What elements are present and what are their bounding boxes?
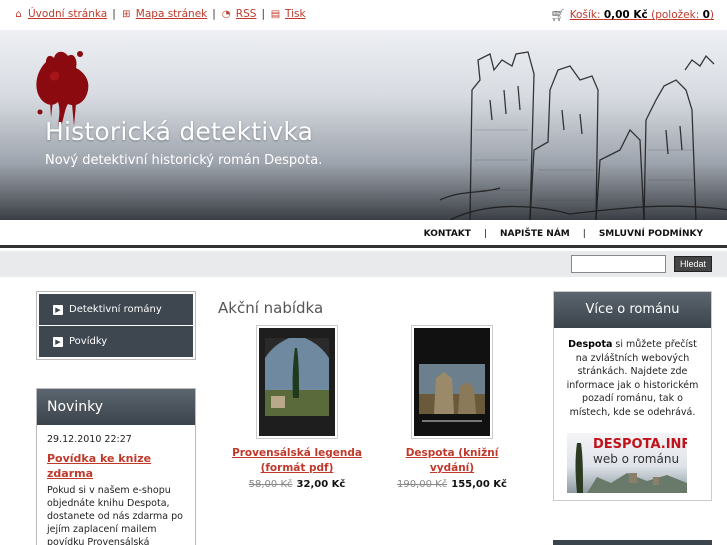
about-heading: Více o románu [554,292,711,328]
separator: | [261,8,265,20]
category-menu: ▶ Detektivní romány ▶ Povídky [36,291,196,360]
print-link[interactable]: Tisk [285,8,306,20]
new-price: 32,00 Kč [296,479,346,490]
castle-sketch-icon [439,51,727,220]
news-title-link[interactable]: Povídka ke knize zdarma [47,451,185,481]
promo-title: DESPOTA.INFO [593,437,687,452]
product-card: Provensálská legenda (formát pdf) 58,00 … [217,325,377,490]
product-name-link[interactable]: Provensálská legenda (formát pdf) [217,446,377,476]
nav-bar: KONTAKT | NAPIŠTE NÁM | SMLUVNÍ PODMÍNKY [0,220,727,248]
about-text-rest: si můžete přečíst na zvláštních webových… [566,339,699,418]
main-nav: KONTAKT | NAPIŠTE NÁM | SMLUVNÍ PODMÍNKY [424,229,703,239]
cart-link[interactable]: Košík: 0,00 Kč (položek: 0) [570,9,714,21]
book-cover-image [414,328,490,436]
site-subtitle: Nový detektivní historický román Despota… [45,153,323,168]
old-price: 58,00 Kč [248,479,293,490]
search-button[interactable]: Hledat [674,256,712,272]
nav-separator: | [582,229,586,239]
home-link[interactable]: Úvodní stránka [28,8,107,20]
top-bar: ⌂ Úvodní stránka | ⊞ Mapa stránek | ◔ RS… [0,0,727,30]
menu-item-label: Povídky [69,336,108,347]
about-text: Despota si můžete přečíst na zvláštních … [562,338,703,419]
book-cover-image [259,328,335,436]
new-price: 155,00 Kč [451,479,507,490]
news-date: 29.12.2010 22:27 [47,434,132,445]
cart-summary: 🛒︎ Košík: 0,00 Kč (položek: 0) [550,8,714,22]
news-text: Pokud si v našem e-shopu objednáte knihu… [47,485,183,545]
sitemap-link[interactable]: Mapa stránek [136,8,207,20]
product-cover-link[interactable] [256,325,338,439]
sitemap-icon: ⊞ [122,8,131,20]
search-strip: Hledat [0,251,727,277]
cart-items-suffix: ) [709,9,714,21]
offers-heading: Akční nabídka [218,299,324,317]
news-box: Novinky 29.12.2010 22:27 Povídka ke kniz… [36,388,196,545]
menu-item-short-stories[interactable]: ▶ Povídky [39,326,193,357]
old-price: 190,00 Kč [397,479,448,490]
page: ⌂ Úvodní stránka | ⊞ Mapa stránek | ◔ RS… [0,0,727,545]
product-cover-link[interactable] [411,325,493,439]
nav-item-terms[interactable]: SMLUVNÍ PODMÍNKY [599,229,703,239]
cart-amount: 0,00 Kč [603,9,648,21]
cart-label: Košík: [569,9,601,21]
despota-info-banner[interactable]: DESPOTA.INFO web o románu [567,433,687,493]
right-box-next [553,540,712,545]
separator: | [212,8,216,20]
menu-item-detective-novels[interactable]: ▶ Detektivní romány [39,294,193,325]
rss-icon: ◔ [221,8,231,20]
rss-link[interactable]: RSS [236,8,257,20]
site-title[interactable]: Historická detektivka [45,117,313,146]
news-heading: Novinky [37,389,195,425]
home-icon: ⌂ [15,8,22,20]
product-card: Despota (knižní vydání) 190,00 Kč 155,00 … [382,325,522,490]
nav-item-write-us[interactable]: NAPIŠTE NÁM [500,229,570,239]
header-banner: Historická detektivka Nový detektivní hi… [0,30,727,220]
about-novel-box: Více o románu Despota si můžete přečíst … [553,291,712,501]
cart-items-count: 0 [702,9,710,21]
cart-icon: 🛒︎ [550,8,566,22]
about-text-bold: Despota [568,339,613,350]
search-input[interactable] [571,255,666,273]
promo-subtitle: web o románu [593,452,680,466]
nav-separator: | [483,229,487,239]
nav-item-contact[interactable]: KONTAKT [424,229,471,239]
menu-item-label: Detektivní romány [69,304,162,315]
product-name-link[interactable]: Despota (knižní vydání) [382,446,522,476]
arrow-right-icon: ▶ [53,336,63,347]
separator: | [112,8,116,20]
product-prices: 190,00 Kč 155,00 Kč [382,479,522,490]
arrow-right-icon: ▶ [53,304,63,315]
top-links: ⌂ Úvodní stránka | ⊞ Mapa stránek | ◔ RS… [13,8,306,20]
print-icon: ▤ [270,8,281,20]
product-prices: 58,00 Kč 32,00 Kč [217,479,377,490]
cart-items-prefix: (položek: [651,9,700,21]
